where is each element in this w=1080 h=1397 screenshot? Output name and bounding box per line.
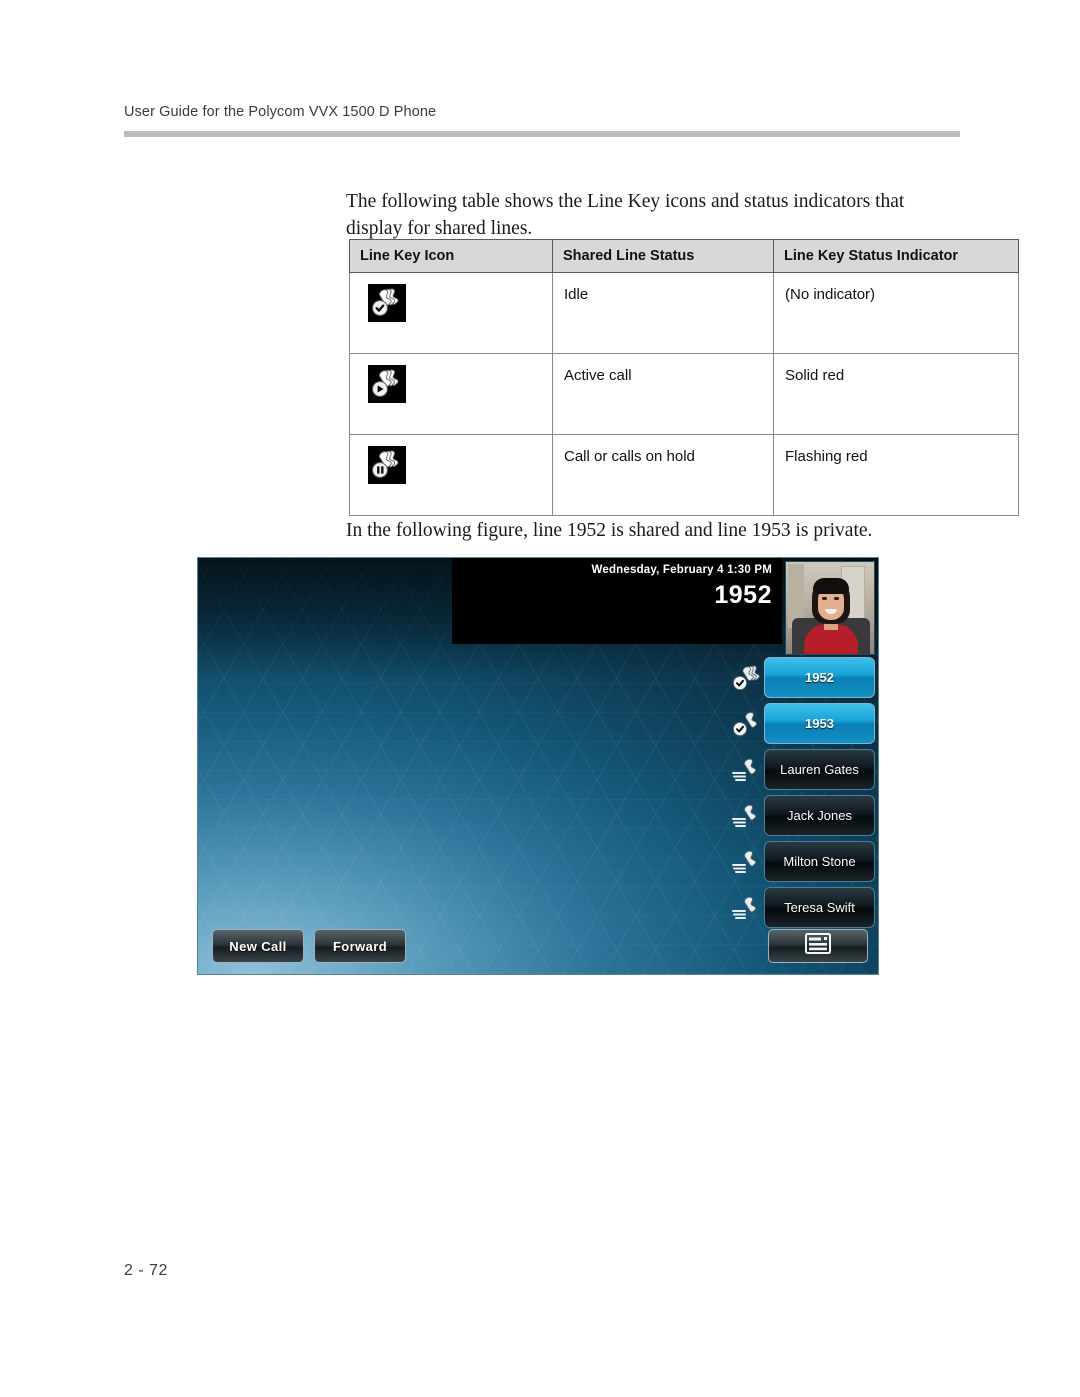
speed-dial-icon	[730, 893, 762, 923]
line-key-label[interactable]: 1953	[764, 703, 875, 744]
table-cell-indicator: Solid red	[773, 353, 1019, 435]
column-header-line-key-icon: Line Key Icon	[349, 239, 553, 273]
line-key-label[interactable]: 1952	[764, 657, 875, 698]
running-head: User Guide for the Polycom VVX 1500 D Ph…	[124, 104, 437, 120]
shared-line-idle-icon	[368, 284, 406, 322]
table-cell-status: Idle	[552, 272, 774, 354]
line-key-label[interactable]: Lauren Gates	[764, 749, 875, 790]
table-cell-status: Active call	[552, 353, 774, 435]
phone-screen-figure: Wednesday, February 4 1:30 PM 1952 1952 …	[197, 557, 879, 975]
speed-dial-icon	[730, 801, 762, 831]
line-key-column: 1952 1953 Lauren Gates Jack Jones Milton…	[730, 657, 875, 933]
line-key-1952[interactable]: 1952	[730, 657, 875, 698]
header-rule	[124, 131, 960, 137]
shared-line-idle-icon	[730, 663, 762, 693]
forward-softkey[interactable]: Forward	[314, 929, 406, 963]
table-header-row: Line Key Icon Shared Line Status Line Ke…	[349, 239, 1019, 273]
private-line-idle-icon	[730, 709, 762, 739]
table-cell-indicator: (No indicator)	[773, 272, 1019, 354]
intro-paragraph: The following table shows the Line Key i…	[346, 190, 905, 239]
page-number: 2 - 72	[124, 1262, 168, 1279]
video-person-eye-right	[834, 597, 839, 600]
line-key-lauren-gates[interactable]: Lauren Gates	[730, 749, 875, 790]
soft-key-bar: New Call Forward	[212, 929, 406, 963]
line-key-label[interactable]: Jack Jones	[764, 795, 875, 836]
shared-line-active-icon	[368, 365, 406, 403]
table-row: Call or calls on hold Flashing red	[349, 434, 1019, 516]
video-person-bangs	[813, 578, 849, 594]
column-header-status-indicator: Line Key Status Indicator	[773, 239, 1019, 273]
table-cell-indicator: Flashing red	[773, 434, 1019, 516]
line-key-jack-jones[interactable]: Jack Jones	[730, 795, 875, 836]
page-header: User Guide for the Polycom VVX 1500 D Ph…	[124, 104, 964, 120]
column-header-shared-line-status: Shared Line Status	[552, 239, 774, 273]
shared-line-hold-icon	[368, 446, 406, 484]
line-key-label[interactable]: Teresa Swift	[764, 887, 875, 928]
menu-window-icon	[805, 933, 831, 959]
table-cell-icon	[349, 272, 553, 354]
video-person-eye-left	[822, 597, 827, 600]
line-key-teresa-swift[interactable]: Teresa Swift	[730, 887, 875, 928]
menu-button[interactable]	[768, 929, 868, 963]
figure-intro-paragraph: In the following figure, line 1952 is sh…	[346, 519, 873, 541]
phone-status-bar: Wednesday, February 4 1:30 PM 1952	[452, 558, 782, 644]
table-row: Idle (No indicator)	[349, 272, 1019, 354]
speed-dial-icon	[730, 847, 762, 877]
line-key-label[interactable]: Milton Stone	[764, 841, 875, 882]
new-call-softkey[interactable]: New Call	[212, 929, 304, 963]
table-cell-icon	[349, 353, 553, 435]
table-cell-status: Call or calls on hold	[552, 434, 774, 516]
line-key-milton-stone[interactable]: Milton Stone	[730, 841, 875, 882]
table-cell-icon	[349, 434, 553, 516]
speed-dial-icon	[730, 755, 762, 785]
status-extension: 1952	[714, 581, 772, 609]
line-key-icon-table: Line Key Icon Shared Line Status Line Ke…	[349, 239, 1019, 516]
table-row: Active call Solid red	[349, 353, 1019, 435]
line-key-1953[interactable]: 1953	[730, 703, 875, 744]
self-view-video-thumbnail[interactable]	[785, 561, 875, 655]
status-datetime: Wednesday, February 4 1:30 PM	[591, 564, 772, 576]
